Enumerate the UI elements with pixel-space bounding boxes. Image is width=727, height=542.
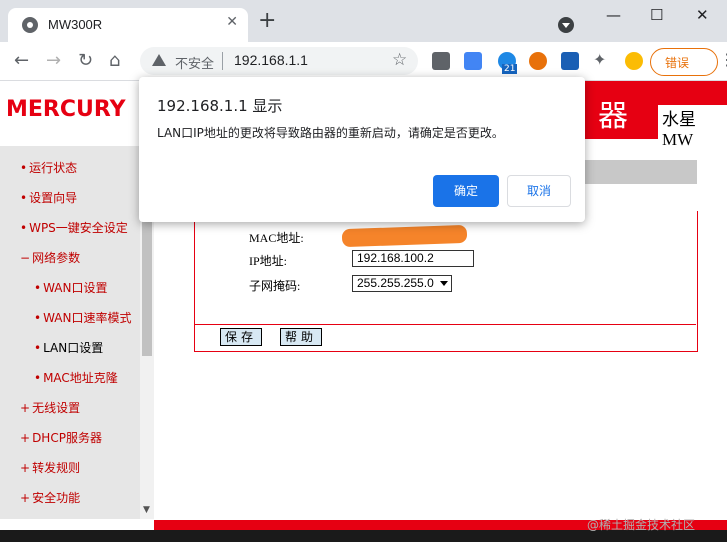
dialog-message: LAN口IP地址的更改将导致路由器的重新启动，请确定是否更改。	[157, 126, 504, 140]
sidebar-item-wizard[interactable]: • 设置向导	[20, 189, 77, 206]
globe-icon	[22, 17, 38, 33]
extension-badge: 21	[502, 64, 518, 74]
sidebar-item-mac-clone[interactable]: • MAC地址克隆	[34, 369, 118, 386]
sidebar-item-network[interactable]: − 网络参数	[20, 249, 80, 266]
watermark: @稀土掘金技术社区	[587, 518, 696, 532]
warning-icon[interactable]	[152, 54, 166, 66]
sidebar-item-dhcp[interactable]: + DHCP服务器	[20, 429, 102, 446]
model-name: 水星 MW	[658, 105, 727, 150]
extension-mail-icon[interactable]	[432, 52, 450, 70]
subnet-mask-select[interactable]: 255.255.255.0	[352, 275, 452, 292]
close-window-button[interactable]: ✕	[696, 6, 709, 24]
dialog-title: 192.168.1.1 显示	[157, 97, 283, 115]
save-button[interactable]: 保存	[220, 328, 262, 346]
tab-close-icon[interactable]: ✕	[226, 14, 238, 30]
home-icon[interactable]: ⌂	[109, 50, 120, 71]
sidebar-item-security[interactable]: + 安全功能	[20, 489, 80, 506]
confirm-dialog: 192.168.1.1 显示 LAN口IP地址的更改将导致路由器的重新启动，请确…	[139, 77, 585, 222]
tab-title: MW300R	[48, 17, 103, 32]
new-tab-button[interactable]: +	[258, 10, 276, 32]
url-text[interactable]: 192.168.1.1	[234, 52, 308, 68]
tab-search-icon[interactable]	[558, 17, 574, 33]
extension-translate-icon[interactable]	[464, 52, 482, 70]
extension-basketball-icon[interactable]	[529, 52, 547, 70]
error-button[interactable]: 错误	[650, 48, 718, 76]
sidebar-item-wan-speed[interactable]: • WAN口速率模式	[34, 309, 131, 326]
maximize-button[interactable]: ☐	[650, 6, 663, 24]
ip-address-input[interactable]: 192.168.100.2	[352, 250, 474, 267]
extensions-puzzle-icon[interactable]: ✦	[593, 50, 606, 69]
scroll-down-arrow-icon[interactable]: ▼	[143, 505, 150, 515]
forward-arrow-icon[interactable]: →	[46, 50, 61, 71]
sidebar-item-wps[interactable]: • WPS一键安全设定	[20, 219, 128, 236]
reload-icon[interactable]: ↻	[78, 50, 93, 71]
banner-heading-char: 器	[598, 99, 628, 134]
url-separator	[222, 52, 223, 70]
subnet-mask-value: 255.255.255.0	[357, 276, 434, 290]
confirm-button[interactable]: 确定	[433, 175, 499, 207]
chevron-down-icon	[440, 281, 448, 286]
sidebar-item-forwarding[interactable]: + 转发规则	[20, 459, 80, 476]
bookmark-star-icon[interactable]: ☆	[392, 50, 407, 70]
help-button[interactable]: 帮助	[280, 328, 322, 346]
back-arrow-icon[interactable]: ←	[14, 50, 29, 71]
security-label[interactable]: 不安全	[175, 53, 214, 72]
extension-clip-icon[interactable]	[561, 52, 579, 70]
sidebar-item-wireless[interactable]: + 无线设置	[20, 399, 80, 416]
profile-avatar[interactable]	[625, 52, 643, 70]
mac-label: MAC地址:	[249, 231, 304, 245]
form-button-row	[194, 324, 696, 351]
minimize-button[interactable]: —	[606, 6, 621, 24]
subnet-mask-label: 子网掩码:	[249, 279, 301, 293]
error-button-label: 错误	[665, 56, 690, 70]
sidebar-item-lan[interactable]: • LAN口设置	[34, 339, 103, 356]
sidebar-item-wan[interactable]: • WAN口设置	[34, 279, 107, 296]
mercury-logo: MERCURY	[6, 97, 126, 122]
tab-mw300r[interactable]: MW300R ✕	[8, 8, 248, 42]
kebab-menu-icon[interactable]: ⋮	[719, 50, 727, 69]
ip-label: IP地址:	[249, 254, 288, 268]
sidebar-item-status[interactable]: • 运行状态	[20, 159, 77, 176]
cancel-button[interactable]: 取消	[507, 175, 571, 207]
